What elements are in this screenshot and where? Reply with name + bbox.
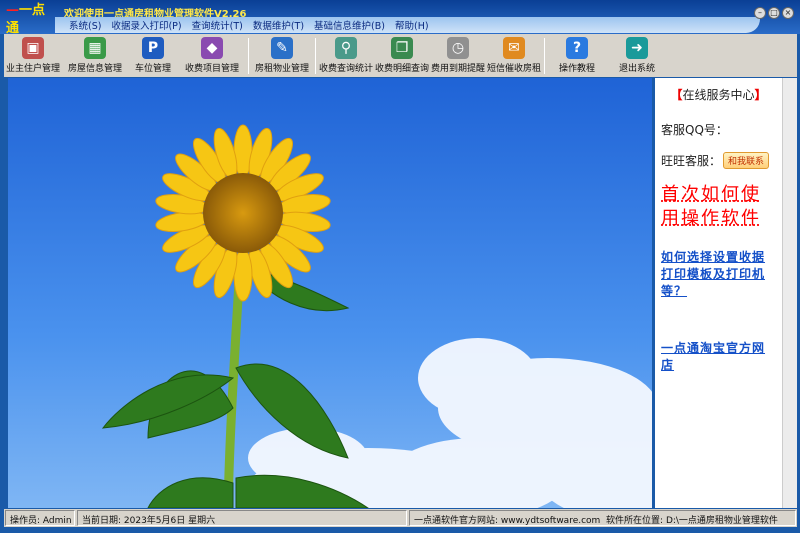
service-header: 【在线服务中心】 xyxy=(670,88,767,102)
toolbar-label: 收费项目管理 xyxy=(184,64,239,74)
toolbar-label: 退出系统 xyxy=(618,64,655,74)
menu-system[interactable]: 系统(S) xyxy=(69,18,101,32)
magnifier-icon: ⚲ xyxy=(335,37,357,59)
cubes-icon: ◆ xyxy=(201,37,223,59)
toolbar-label: 房屋信息管理 xyxy=(67,64,122,74)
side-panel-scrollbar[interactable] xyxy=(782,78,797,508)
qq-row: 客服QQ号： xyxy=(661,123,728,137)
stopwatch-icon: ◷ xyxy=(447,37,469,59)
exit-door-icon: ➜ xyxy=(626,37,648,59)
online-service-panel: 【在线服务中心】 客服QQ号： 旺旺客服： 和我联系 首次如何使用操作软件 如何选… xyxy=(655,78,782,508)
app-logo: —一点通 xyxy=(6,3,46,36)
toolbar-button-2[interactable]: P 车位管理 xyxy=(128,34,178,77)
menu-receipt-print[interactable]: 收据录入打印(P) xyxy=(111,18,181,32)
status-website-location: 一点通软件官方网站: www.ydtsoftware.com 软件所在位置: D… xyxy=(409,510,796,526)
close-button[interactable]: × xyxy=(782,7,794,19)
title-bar: —一点通 欢迎使用一点通房租物业管理软件V2.26 系统(S) 收据录入打印(P… xyxy=(0,0,800,36)
toolbar-separator xyxy=(544,38,545,74)
toolbar-button-8[interactable]: ✉ 短信催收房租 xyxy=(486,34,542,77)
status-date: 当前日期: 2023年5月6日 星期六 xyxy=(77,510,407,526)
id-card-icon: ▣ xyxy=(22,37,44,59)
toolbar: ▣ 业主住户管理 ▦ 房屋信息管理 P 车位管理 ◆ 收费项目管理 ✎ 房租物业管理 ⚲ 收费查询统计… xyxy=(4,34,797,77)
parking-icon: P xyxy=(142,37,164,59)
toolbar-label: 收费查询统计 xyxy=(318,64,373,74)
toolbar-button-7[interactable]: ◷ 费用到期提醒 xyxy=(430,34,486,77)
toolbar-button-10[interactable]: ➜ 退出系统 xyxy=(607,34,667,77)
toolbar-label: 短信催收房租 xyxy=(486,64,541,74)
toolbar-separator xyxy=(315,38,316,74)
building-icon: ▦ xyxy=(84,37,106,59)
minimize-button[interactable]: – xyxy=(754,7,766,19)
menu-bar: 系统(S) 收据录入打印(P) 查询统计(T) 数据维护(T) 基础信息维护(B… xyxy=(55,17,760,33)
sunflower-banner-image xyxy=(8,78,652,508)
toolbar-label: 房租物业管理 xyxy=(254,64,309,74)
status-operator: 操作员: Admin xyxy=(5,510,75,526)
toolbar-button-9[interactable]: ? 操作教程 xyxy=(547,34,607,77)
menu-help[interactable]: 帮助(H) xyxy=(395,18,429,32)
toolbar-button-5[interactable]: ⚲ 收费查询统计 xyxy=(318,34,374,77)
toolbar-label: 操作教程 xyxy=(558,64,595,74)
taobao-shop-link[interactable]: 一点通淘宝官方网店 xyxy=(661,340,776,374)
user-edit-icon: ✎ xyxy=(271,37,293,59)
sms-icon: ✉ xyxy=(503,37,525,59)
help-icon: ? xyxy=(566,37,588,59)
toolbar-button-1[interactable]: ▦ 房屋信息管理 xyxy=(62,34,128,77)
wangwang-row: 旺旺客服： 和我联系 xyxy=(661,152,776,169)
toolbar-button-3[interactable]: ◆ 收费项目管理 xyxy=(178,34,246,77)
tutorial-link[interactable]: 首次如何使用操作软件 xyxy=(661,183,776,231)
toolbar-button-0[interactable]: ▣ 业主住户管理 xyxy=(4,34,62,77)
toolbar-button-6[interactable]: ❐ 收费明细查询 xyxy=(374,34,430,77)
toolbar-label: 收费明细查询 xyxy=(374,64,429,74)
maximize-button[interactable]: □ xyxy=(768,7,780,19)
status-bar: 操作员: Admin 当前日期: 2023年5月6日 星期六 一点通软件官方网站… xyxy=(4,509,797,527)
book-user-icon: ❐ xyxy=(391,37,413,59)
toolbar-label: 车位管理 xyxy=(134,64,171,74)
toolbar-label: 费用到期提醒 xyxy=(430,64,485,74)
toolbar-label: 业主住户管理 xyxy=(5,64,60,74)
menu-basic-info[interactable]: 基础信息维护(B) xyxy=(314,18,385,32)
toolbar-separator xyxy=(248,38,249,74)
print-setup-link[interactable]: 如何选择设置收据打印模板及打印机等？ xyxy=(661,249,776,300)
toolbar-button-4[interactable]: ✎ 房租物业管理 xyxy=(251,34,313,77)
menu-query-stats[interactable]: 查询统计(T) xyxy=(192,18,243,32)
chat-button[interactable]: 和我联系 xyxy=(723,152,770,169)
menu-data-maintenance[interactable]: 数据维护(T) xyxy=(253,18,304,32)
